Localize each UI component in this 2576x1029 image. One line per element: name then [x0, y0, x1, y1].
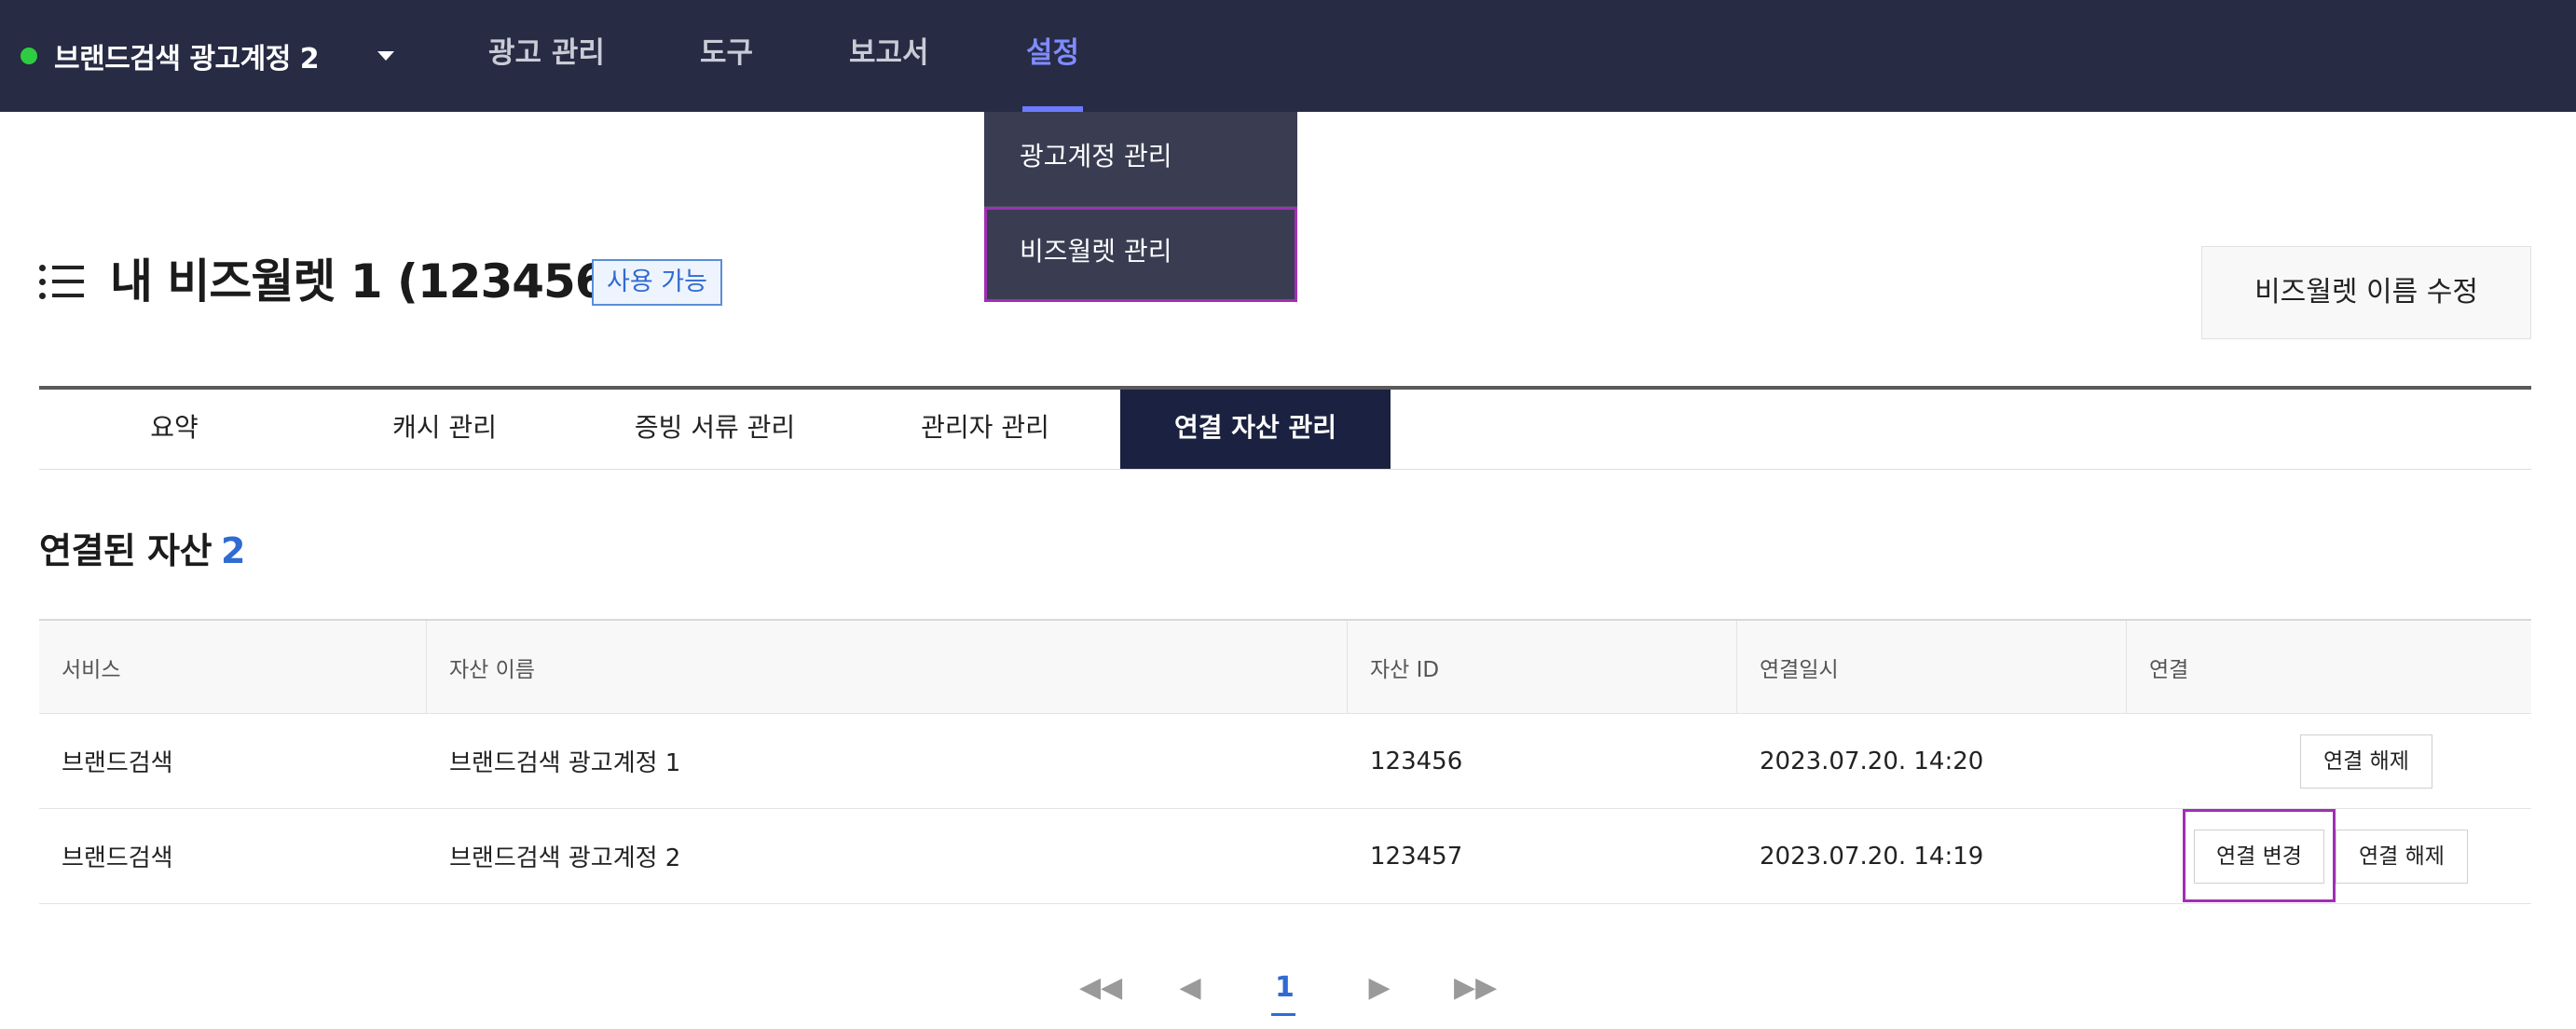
column-header-asset-id: 자산 ID — [1348, 621, 1737, 713]
nav-reports-label: 보고서 — [849, 36, 929, 70]
last-page-icon[interactable]: ▶▶ — [1454, 960, 1497, 1016]
section-title: 연결된 자산 2 — [39, 522, 245, 573]
page-1-label: 1 — [1275, 971, 1295, 1004]
cell-asset-name: 브랜드검색 광고계정 1 — [449, 749, 681, 777]
list-icon — [39, 263, 84, 300]
next-page-icon[interactable]: ▶ — [1368, 960, 1391, 1016]
nav-settings[interactable]: 설정 — [1022, 0, 1084, 112]
nav-tools[interactable]: 도구 — [700, 0, 753, 112]
section-title-text: 연결된 자산 — [39, 530, 212, 571]
dropdown-item-bizwallet-management[interactable]: 비즈월렛 관리 — [984, 207, 1297, 302]
disconnect-button[interactable]: 연결 해제 — [2336, 830, 2468, 884]
tab-admin-management[interactable]: 관리자 관리 — [850, 386, 1120, 470]
column-header-connected-at: 연결일시 — [1737, 621, 2127, 713]
account-selector[interactable]: 브랜드검색 광고계정 2 — [21, 0, 320, 112]
nav-ad-management-label: 광고 관리 — [488, 36, 605, 70]
rename-bizwallet-button[interactable]: 비즈월렛 이름 수정 — [2201, 246, 2531, 339]
pagination: ◀◀ ◀ 1 ▶ ▶▶ — [0, 960, 2576, 1016]
top-nav: 브랜드검색 광고계정 2 광고 관리 도구 보고서 설정 — [0, 0, 2576, 112]
cell-service: 브랜드검색 — [62, 749, 173, 777]
cell-asset-id: 123456 — [1370, 747, 1463, 775]
column-header-asset-name: 자산 이름 — [427, 621, 1348, 713]
chevron-down-icon[interactable] — [377, 51, 394, 61]
first-page-icon[interactable]: ◀◀ — [1079, 960, 1122, 1016]
account-name: 브랜드검색 광고계정 2 — [54, 43, 320, 75]
account-status-dot — [21, 48, 37, 64]
cell-asset-id: 123457 — [1370, 842, 1463, 871]
status-badge: 사용 가능 — [592, 259, 722, 306]
table-row: 브랜드검색 브랜드검색 광고계정 1 123456 2023.07.20. 14… — [39, 714, 2531, 809]
page-1[interactable]: 1 — [1271, 960, 1295, 1016]
nav-settings-label: 설정 — [1026, 36, 1080, 70]
current-page-underline — [1271, 1013, 1295, 1016]
nav-tools-label: 도구 — [700, 36, 754, 70]
prev-page-icon[interactable]: ◀ — [1179, 960, 1201, 1016]
cell-asset-name: 브랜드검색 광고계정 2 — [449, 844, 681, 872]
page-title: 내 비즈월렛 1 (123456) — [110, 254, 627, 309]
table-row: 브랜드검색 브랜드검색 광고계정 2 123457 2023.07.20. 14… — [39, 809, 2531, 904]
cell-connected-at: 2023.07.20. 14:19 — [1760, 842, 1984, 871]
column-header-service: 서비스 — [39, 621, 427, 713]
cell-connection-actions: 연결 해제 — [2127, 714, 2531, 808]
nav-ad-management[interactable]: 광고 관리 — [488, 0, 605, 112]
tab-cash-management[interactable]: 캐시 관리 — [309, 386, 580, 470]
table-header-row: 서비스 자산 이름 자산 ID 연결일시 연결 — [39, 621, 2531, 714]
tab-linked-assets[interactable]: 연결 자산 관리 — [1120, 390, 1391, 469]
cell-service: 브랜드검색 — [62, 844, 173, 872]
cell-connection-actions: 연결 변경 연결 해제 — [2127, 809, 2531, 903]
dropdown-item-ad-account-management[interactable]: 광고계정 관리 — [984, 112, 1297, 207]
settings-dropdown: 광고계정 관리 비즈월렛 관리 — [984, 112, 1297, 302]
tab-bar: 요약 캐시 관리 증빙 서류 관리 관리자 관리 연결 자산 관리 — [39, 386, 2531, 470]
nav-reports[interactable]: 보고서 — [849, 0, 929, 112]
change-connection-button[interactable]: 연결 변경 — [2194, 830, 2324, 884]
tab-summary[interactable]: 요약 — [39, 386, 309, 470]
column-header-connection: 연결 — [2149, 657, 2189, 682]
linked-assets-table: 서비스 자산 이름 자산 ID 연결일시 연결 브랜드검색 브랜드검색 광고계정… — [39, 619, 2531, 904]
disconnect-button[interactable]: 연결 해제 — [2300, 734, 2432, 789]
tab-document-management[interactable]: 증빙 서류 관리 — [580, 386, 850, 470]
asset-count: 2 — [221, 530, 245, 571]
cell-connected-at: 2023.07.20. 14:20 — [1760, 747, 1984, 775]
